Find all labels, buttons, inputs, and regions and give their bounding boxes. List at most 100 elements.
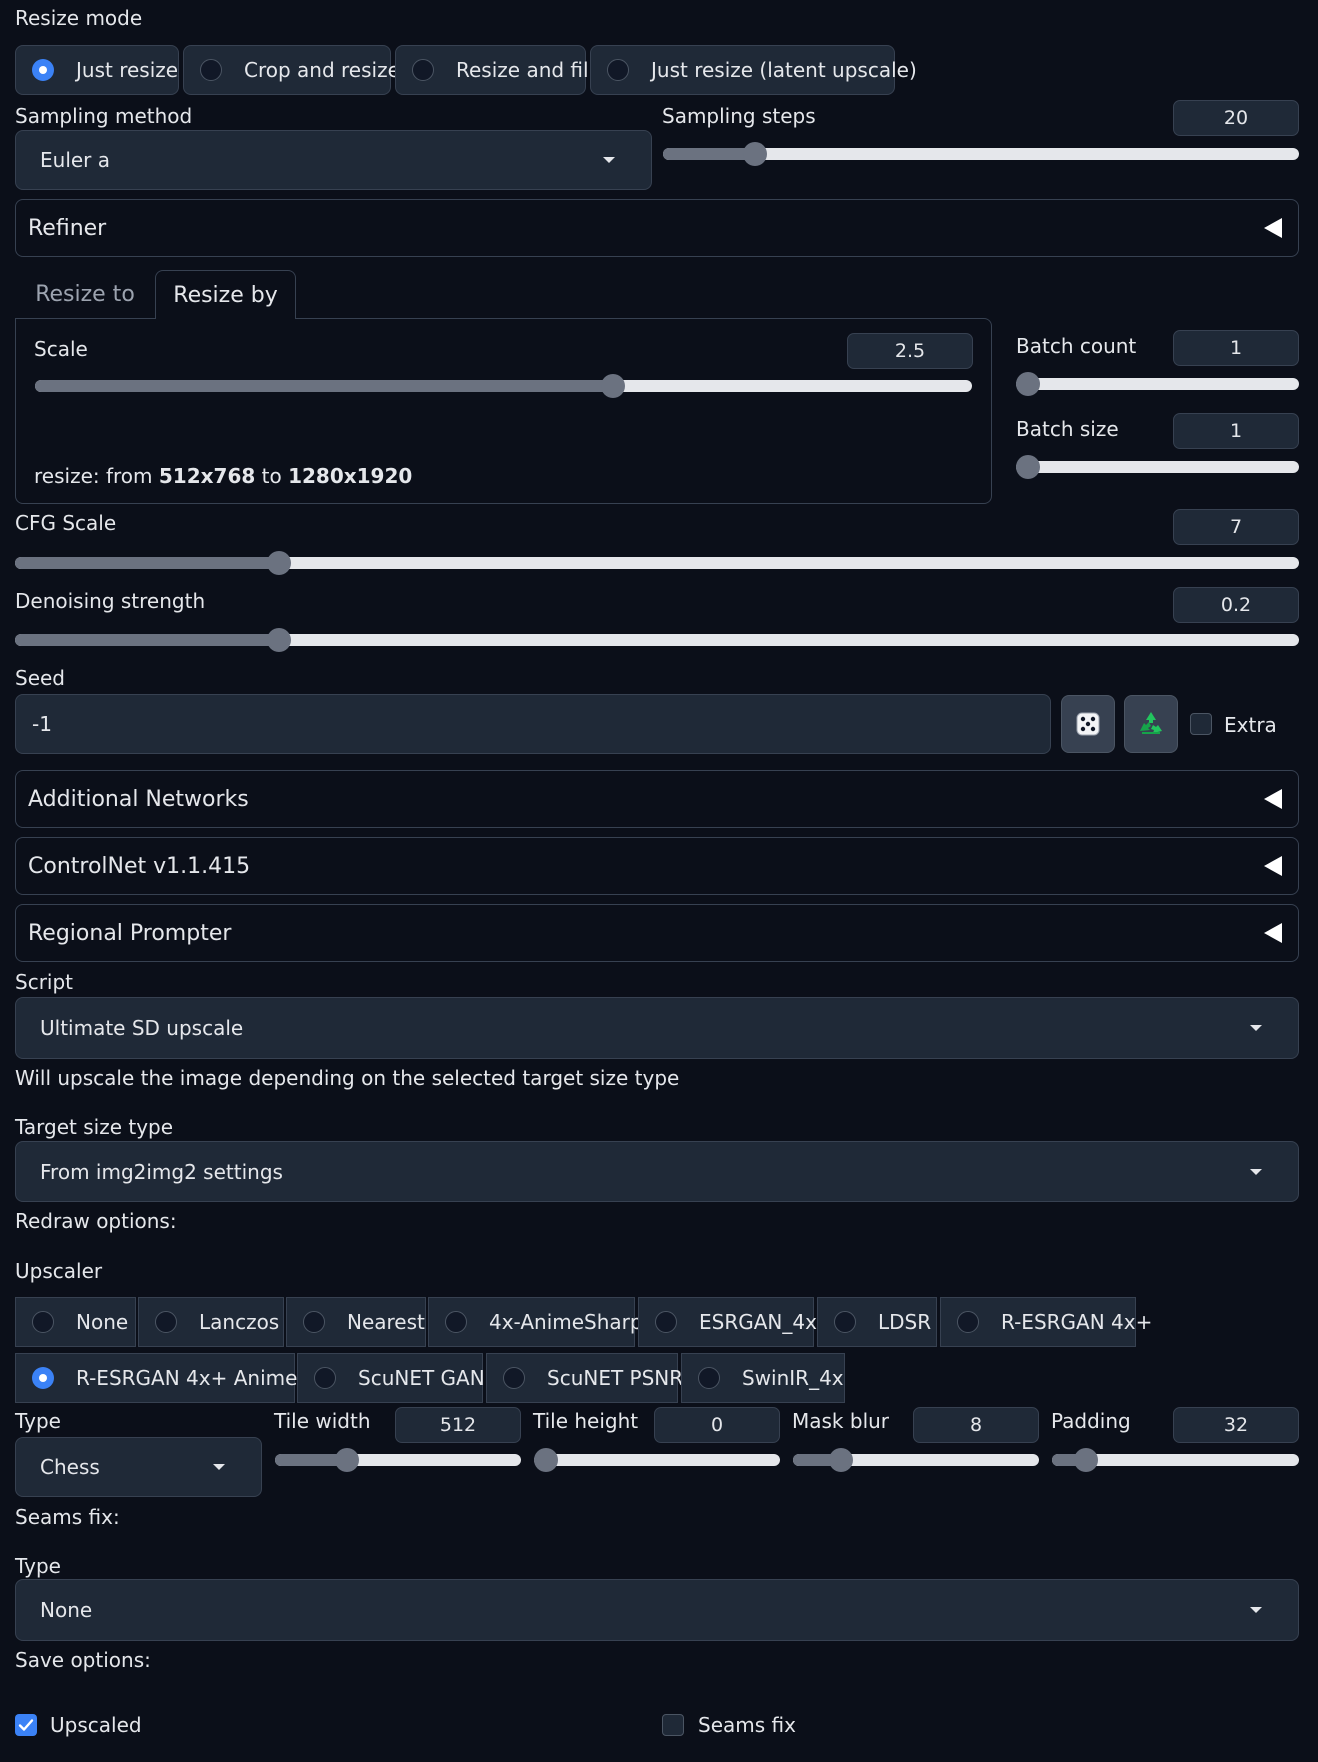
batch-count-input[interactable]: 1	[1173, 330, 1299, 366]
upscaler-option-r-esrgan-4x-plus[interactable]: R-ESRGAN 4x+	[940, 1297, 1152, 1347]
radio-selected-icon	[32, 59, 54, 81]
upscaler-option-swinir-4x[interactable]: SwinIR_4x	[681, 1353, 845, 1403]
upscaled-label: Upscaled	[50, 1713, 142, 1737]
redraw-options-label: Redraw options:	[15, 1209, 177, 1233]
save-options-label: Save options:	[15, 1648, 151, 1672]
resize-mode-resize-and-fill[interactable]: Resize and fill	[395, 45, 594, 95]
slider-thumb[interactable]	[742, 142, 767, 166]
scale-slider[interactable]	[35, 374, 972, 398]
sampling-method-dropdown[interactable]: Euler a	[15, 130, 652, 190]
batch-size-label: Batch size	[1016, 417, 1119, 441]
upscaled-checkbox[interactable]	[15, 1714, 37, 1736]
cfg-scale-label: CFG Scale	[15, 511, 117, 535]
tile-height-input[interactable]: 0	[654, 1407, 780, 1443]
radio-unselected-icon	[957, 1311, 979, 1333]
extra-seed-checkbox[interactable]	[1190, 713, 1212, 735]
radio-unselected-icon	[607, 59, 629, 81]
upscaler-option-lanczos[interactable]: Lanczos	[138, 1297, 284, 1347]
slider-thumb[interactable]	[828, 1448, 853, 1472]
resize-mode-latent-upscale[interactable]: Just resize (latent upscale)	[590, 45, 917, 95]
denoising-strength-slider[interactable]	[15, 628, 1299, 652]
resize-mode-crop-and-resize[interactable]: Crop and resize	[183, 45, 400, 95]
mask-blur-input[interactable]: 8	[913, 1407, 1039, 1443]
scale-label: Scale	[34, 337, 88, 361]
cfg-scale-slider[interactable]	[15, 551, 1299, 575]
collapse-arrow-icon	[1264, 923, 1282, 943]
slider-thumb[interactable]	[601, 374, 626, 398]
slider-thumb[interactable]	[267, 551, 291, 575]
redraw-type-dropdown[interactable]: Chess	[15, 1437, 262, 1497]
target-size-type-label: Target size type	[15, 1115, 174, 1139]
tile-width-input[interactable]: 512	[395, 1407, 521, 1443]
slider-thumb[interactable]	[334, 1448, 359, 1472]
script-label: Script	[15, 970, 74, 994]
collapse-arrow-icon	[1264, 856, 1282, 876]
radio-unselected-icon	[155, 1311, 177, 1333]
padding-input[interactable]: 32	[1173, 1407, 1299, 1443]
padding-slider[interactable]	[1052, 1448, 1299, 1472]
chevron-down-icon	[213, 1464, 225, 1470]
resize-mode-label: Resize mode	[15, 6, 143, 30]
upscaler-option-nearest[interactable]: Nearest	[286, 1297, 426, 1347]
upscaler-option-scunet-gan[interactable]: ScuNET GAN	[297, 1353, 485, 1403]
radio-unselected-icon	[200, 59, 222, 81]
regional-prompter-accordion[interactable]: Regional Prompter	[15, 904, 1299, 962]
slider-thumb[interactable]	[534, 1448, 558, 1472]
seams-fix-type-label: Type	[15, 1554, 61, 1578]
slider-thumb[interactable]	[1016, 455, 1040, 479]
slider-thumb[interactable]	[267, 628, 291, 652]
resize-info-text: resize: from 512x768 to 1280x1920	[34, 464, 413, 488]
additional-networks-accordion[interactable]: Additional Networks	[15, 770, 1299, 828]
seams-fix-type-dropdown[interactable]: None	[15, 1579, 1299, 1641]
sampling-steps-label: Sampling steps	[662, 104, 816, 128]
tile-height-slider[interactable]	[534, 1448, 780, 1472]
slider-thumb[interactable]	[1074, 1448, 1099, 1472]
radio-unselected-icon	[412, 59, 434, 81]
upscaler-option-4x-animesharp[interactable]: 4x-AnimeSharp	[428, 1297, 643, 1347]
dice-icon	[1076, 712, 1100, 736]
batch-size-input[interactable]: 1	[1173, 413, 1299, 449]
scale-input[interactable]: 2.5	[847, 333, 973, 369]
denoising-strength-label: Denoising strength	[15, 589, 206, 613]
seed-label: Seed	[15, 666, 65, 690]
radio-unselected-icon	[303, 1311, 325, 1333]
mask-blur-slider[interactable]	[793, 1448, 1039, 1472]
script-dropdown[interactable]: Ultimate SD upscale	[15, 997, 1299, 1059]
upscaler-option-none[interactable]: None	[15, 1297, 136, 1347]
radio-unselected-icon	[32, 1311, 54, 1333]
denoising-strength-input[interactable]: 0.2	[1173, 587, 1299, 623]
refiner-accordion[interactable]: Refiner	[15, 199, 1299, 257]
radio-unselected-icon	[834, 1311, 856, 1333]
radio-unselected-icon	[445, 1311, 467, 1333]
chevron-down-icon	[1250, 1025, 1262, 1031]
resize-mode-just-resize[interactable]: Just resize	[15, 45, 179, 95]
radio-unselected-icon	[698, 1367, 720, 1389]
upscaler-option-ldsr[interactable]: LDSR	[817, 1297, 937, 1347]
target-size-type-dropdown[interactable]: From img2img2 settings	[15, 1141, 1299, 1202]
batch-count-slider[interactable]	[1016, 372, 1299, 396]
controlnet-accordion[interactable]: ControlNet v1.1.415	[15, 837, 1299, 895]
collapse-arrow-icon	[1264, 789, 1282, 809]
radio-unselected-icon	[655, 1311, 677, 1333]
batch-size-slider[interactable]	[1016, 455, 1299, 479]
tab-resize-to[interactable]: Resize to	[15, 270, 155, 318]
radio-unselected-icon	[503, 1367, 525, 1389]
random-seed-button[interactable]	[1061, 695, 1115, 753]
sampling-steps-input[interactable]: 20	[1173, 100, 1299, 136]
sampling-method-label: Sampling method	[15, 104, 193, 128]
tile-height-label: Tile height	[533, 1409, 639, 1433]
extra-seed-label: Extra	[1224, 713, 1277, 737]
slider-thumb[interactable]	[1016, 372, 1040, 396]
chevron-down-icon	[603, 157, 615, 163]
upscaler-option-esrgan-4x[interactable]: ESRGAN_4x	[638, 1297, 817, 1347]
tab-resize-by[interactable]: Resize by	[155, 270, 296, 319]
cfg-scale-input[interactable]: 7	[1173, 509, 1299, 545]
save-seams-fix-checkbox[interactable]	[662, 1714, 684, 1736]
upscaler-option-r-esrgan-4x-plus-anime6b[interactable]: R-ESRGAN 4x+ Anime6B	[15, 1353, 324, 1403]
seed-input[interactable]: -1	[15, 694, 1051, 754]
padding-label: Padding	[1051, 1409, 1131, 1433]
sampling-steps-slider[interactable]	[663, 142, 1299, 166]
tile-width-slider[interactable]	[275, 1448, 521, 1472]
upscaler-option-scunet-psnr[interactable]: ScuNET PSNR	[486, 1353, 683, 1403]
reuse-seed-button[interactable]	[1124, 695, 1178, 753]
